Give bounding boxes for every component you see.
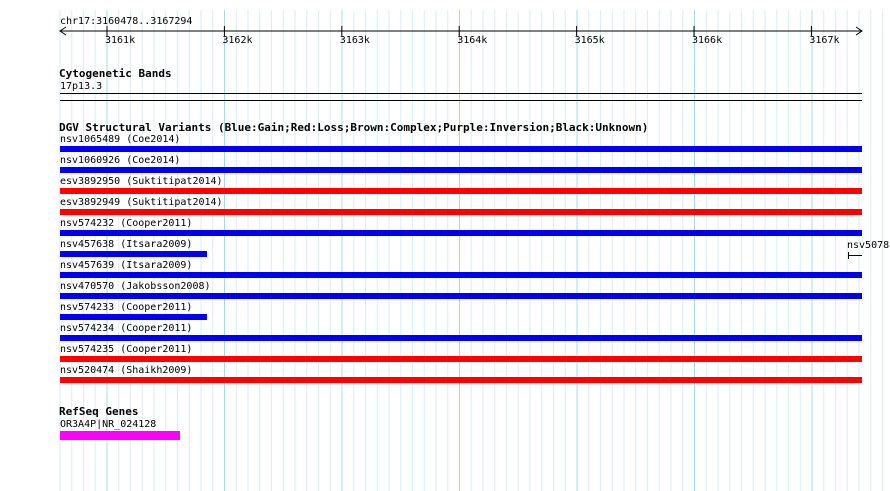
ruler-tick-label: 3167k [809,35,840,46]
variant-label: nsv574234 (Cooper2011) [60,323,193,334]
variant-bar[interactable] [60,314,207,320]
cytoband-track-title[interactable]: Cytogenetic Bands [59,68,172,80]
variant-bar[interactable] [60,209,862,215]
cytoband-line-top [60,93,862,94]
gene-bar[interactable] [60,431,180,440]
ruler-tick-label: 3165k [574,35,605,46]
cytoband-label: 17p13.3 [60,81,103,92]
variant-label: nsv470570 (Jakobsson2008) [60,281,211,292]
ruler-tick-label: 3166k [692,35,723,46]
variant-bar[interactable] [60,293,862,299]
variant-bar[interactable] [60,335,862,341]
variant-bar[interactable] [60,188,862,194]
variant-label: esv3892950 (Suktitipat2014) [60,176,223,187]
variant-label: nsv1060926 (Coe2014) [60,155,181,166]
variant-label: nsv457638 (Itsara2009) [60,239,193,250]
variant-label: nsv520474 (Shaikh2009) [60,365,193,376]
ruler-tick-label: 3162k [222,35,253,46]
variant-label: nsv574233 (Cooper2011) [60,302,193,313]
variant-edge-line[interactable] [848,255,862,256]
ruler-tick-label: 3161k [105,35,136,46]
variant-label: nsv5078 [847,240,890,251]
variant-edge-tick [848,252,849,259]
cytoband-line-bottom [60,100,862,101]
variant-label: esv3892949 (Suktitipat2014) [60,197,223,208]
variant-bar[interactable] [60,377,862,383]
variant-bar[interactable] [60,251,207,257]
variant-label: nsv574232 (Cooper2011) [60,218,193,229]
variant-bar[interactable] [60,146,862,152]
variant-bar[interactable] [60,167,862,173]
genome-browser-panel: chr17:3160478..3167294 3161k 3162k 3163k 31… [0,0,890,491]
ruler-tick-label: 3163k [339,35,370,46]
dgv-track-title[interactable]: DGV Structural Variants (Blue:Gain;Red:L… [59,122,648,134]
variant-bar[interactable] [60,272,862,278]
refseq-track-title[interactable]: RefSeq Genes [59,406,138,418]
variant-label: nsv1065489 (Coe2014) [60,134,181,145]
ruler-tick-label: 3164k [457,35,488,46]
gene-label: OR3A4P|NR_024128 [60,419,157,430]
variant-bar[interactable] [60,230,862,236]
variant-label: nsv574235 (Cooper2011) [60,344,193,355]
variant-label: nsv457639 (Itsara2009) [60,260,193,271]
variant-bar[interactable] [60,356,862,362]
